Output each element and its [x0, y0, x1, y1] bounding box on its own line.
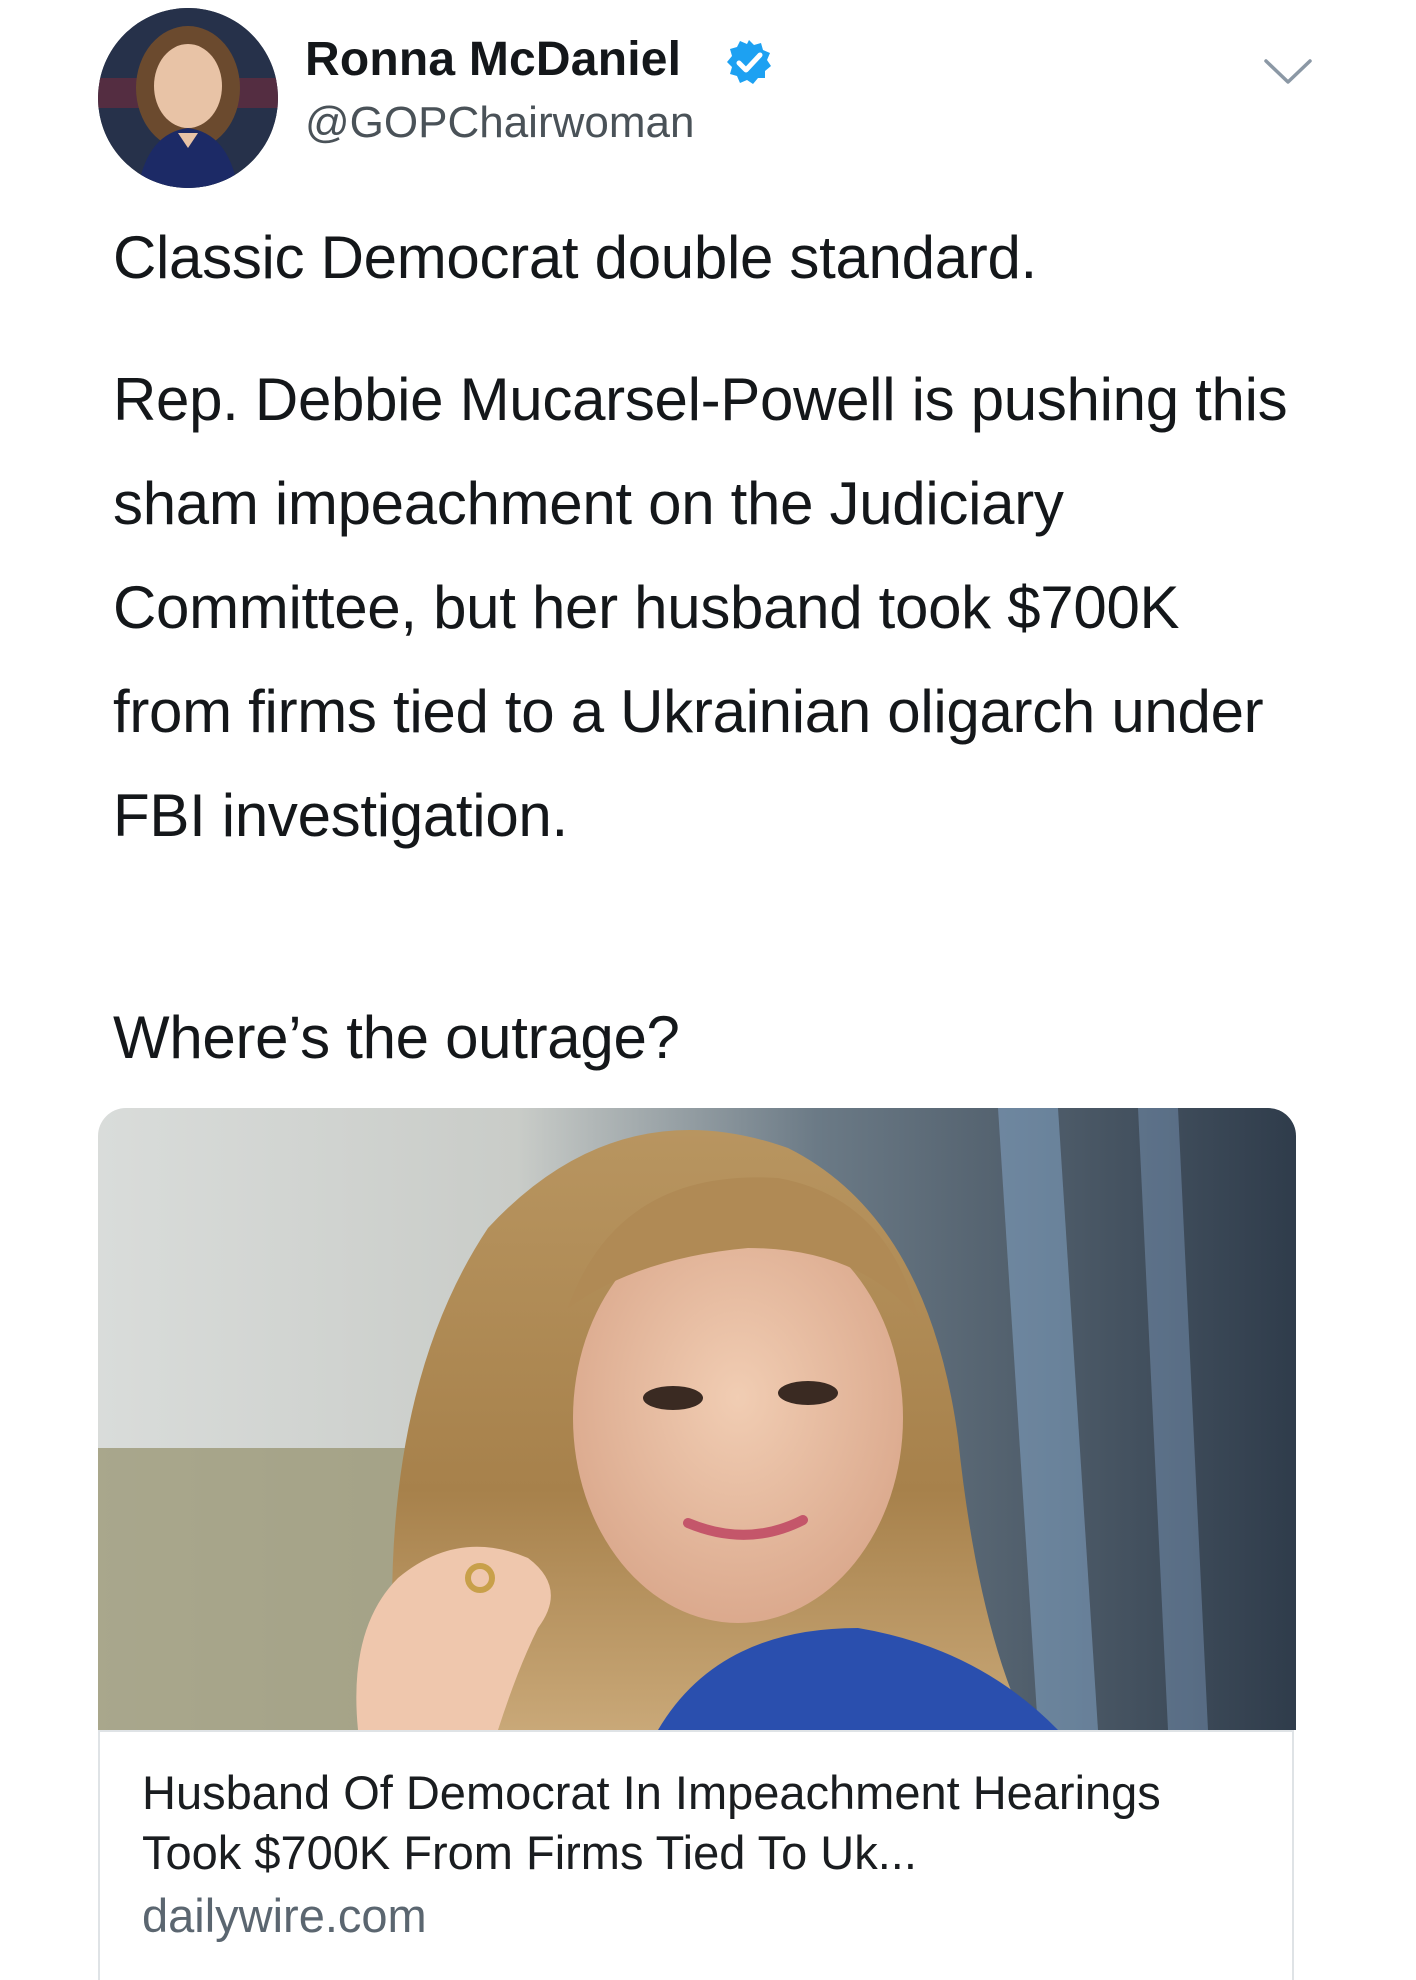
tweet-text-paragraph-2: Rep. Debbie Mucarsel-Powell is pushing t… — [113, 366, 1288, 849]
author-avatar[interactable] — [98, 8, 278, 188]
chevron-down-icon[interactable] — [1262, 56, 1314, 86]
tweet-text-paragraph-1: Classic Democrat double standard. — [113, 224, 1037, 291]
author-name[interactable]: Ronna McDaniel — [305, 32, 681, 87]
link-card-title[interactable]: Husband Of Democrat In Impeachment Heari… — [142, 1763, 1262, 1883]
tweet-text-paragraph-3: Where’s the outrage? — [113, 1004, 680, 1071]
author-handle[interactable]: @GOPChairwoman — [305, 98, 694, 148]
link-card-domain[interactable]: dailywire.com — [142, 1888, 427, 1943]
verified-badge-icon — [727, 40, 771, 84]
link-card-image[interactable] — [98, 1108, 1296, 1730]
tweet: Ronna McDaniel @GOPChairwoman Classic De… — [0, 0, 1416, 1980]
link-card[interactable]: Husband Of Democrat In Impeachment Heari… — [98, 1108, 1296, 1980]
